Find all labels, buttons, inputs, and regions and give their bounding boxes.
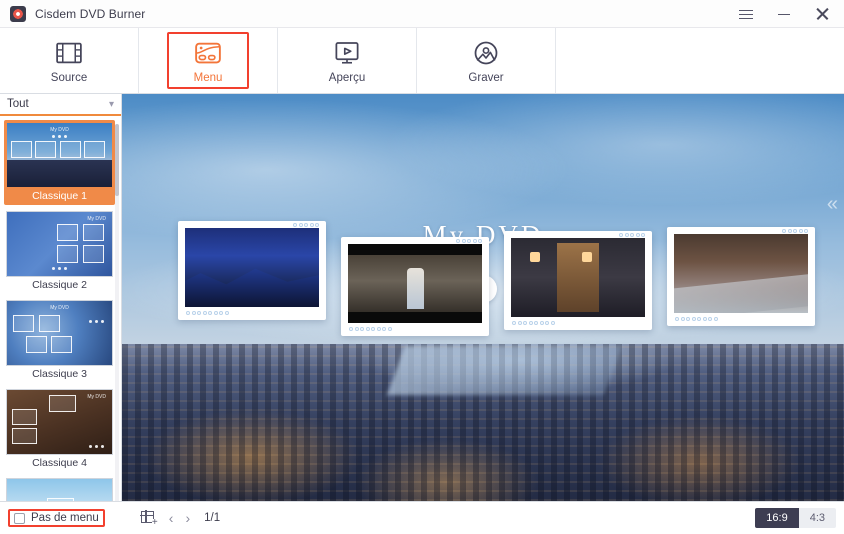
- tab-label: Menu: [193, 71, 223, 84]
- template-item-classique-4[interactable]: My DVD Classique 4: [4, 387, 115, 472]
- template-thumbnail: My DVD: [6, 300, 113, 366]
- page-controls: + ‹ › 1/1: [140, 510, 221, 527]
- chapter-image: [674, 234, 808, 313]
- preview-prev-arrow[interactable]: «: [827, 194, 838, 214]
- menu-layout-icon: [195, 42, 221, 63]
- aspect-ratio-toggle: 16:9 4:3: [755, 508, 836, 528]
- chapter-thumbnail-1[interactable]: [178, 221, 326, 320]
- sidebar-scrollbar[interactable]: [115, 124, 119, 514]
- bead-row-bottom: [511, 317, 645, 330]
- template-thumbnail: [6, 478, 113, 501]
- template-item-classique-1[interactable]: My DVD Classique 1: [4, 120, 115, 205]
- checkbox-box[interactable]: [14, 512, 25, 524]
- window-title: Cisdem DVD Burner: [35, 6, 146, 21]
- template-thumbnail: My DVD: [6, 211, 113, 277]
- add-page-icon[interactable]: +: [140, 510, 158, 527]
- main-toolbar: Source Menu Aperçu Graver: [0, 28, 844, 94]
- template-item-classique-3[interactable]: My DVD Classique 3: [4, 298, 115, 383]
- preview-monitor-icon: [335, 41, 359, 64]
- content-area: Tout ▾ My DVD Classique 1 My DVD Classiq…: [0, 94, 844, 514]
- template-label: Classique 1: [32, 190, 87, 202]
- chapter-image: [185, 228, 319, 307]
- toolbar-filler: [556, 28, 844, 93]
- bead-row-top: [456, 239, 482, 243]
- tab-menu[interactable]: Menu: [139, 28, 278, 93]
- title-bar: Cisdem DVD Burner: [0, 0, 844, 28]
- template-item-classique-2[interactable]: My DVD Classique 2: [4, 209, 115, 294]
- tab-label: Aperçu: [328, 71, 366, 84]
- bead-row-top: [619, 233, 645, 237]
- window-controls: [738, 6, 834, 22]
- menu-preview-canvas[interactable]: My DVD «: [122, 94, 844, 501]
- disc-app-icon: [10, 5, 26, 22]
- bottom-bar: Pas de menu + ‹ › 1/1 16:9 4:3: [0, 501, 844, 534]
- template-label: Classique 2: [32, 279, 87, 291]
- bead-row-top: [782, 229, 808, 233]
- bead-row-bottom: [674, 313, 808, 326]
- template-thumbnail: My DVD: [6, 389, 113, 455]
- category-value: Tout: [7, 98, 29, 110]
- ratio-16-9-button[interactable]: 16:9: [755, 508, 799, 528]
- close-icon[interactable]: [814, 6, 830, 22]
- film-strip-icon: [56, 42, 82, 63]
- chapter-thumbnail-row: [122, 221, 844, 350]
- template-label: Classique 3: [32, 368, 87, 380]
- template-list[interactable]: My DVD Classique 1 My DVD Classique 2 My…: [0, 116, 121, 501]
- chapter-thumbnail-2[interactable]: [341, 237, 489, 336]
- chevron-down-icon: ▾: [108, 98, 114, 110]
- template-label: Classique 4: [32, 457, 87, 469]
- app-window: Cisdem DVD Burner Source Menu Aperçu Gra…: [0, 0, 844, 534]
- prev-page-button[interactable]: ‹: [169, 510, 174, 526]
- bead-row-bottom: [348, 323, 482, 336]
- template-item-classique-5[interactable]: [4, 476, 115, 501]
- tab-graver[interactable]: Graver: [417, 28, 556, 93]
- chapter-image: [348, 244, 482, 323]
- no-menu-label: Pas de menu: [31, 512, 99, 524]
- tab-label: Source: [50, 71, 88, 84]
- background-river: [387, 346, 622, 396]
- chapter-thumbnail-4[interactable]: [667, 227, 815, 326]
- page-indicator: 1/1: [204, 512, 221, 524]
- chapter-thumbnail-3[interactable]: [504, 231, 652, 330]
- bead-row-bottom: [185, 307, 319, 320]
- tab-apercu[interactable]: Aperçu: [278, 28, 417, 93]
- next-page-button[interactable]: ›: [185, 510, 190, 526]
- template-sidebar: Tout ▾ My DVD Classique 1 My DVD Classiq…: [0, 94, 122, 514]
- chapter-image: [511, 238, 645, 317]
- tab-label: Graver: [468, 71, 504, 84]
- hamburger-icon[interactable]: [738, 6, 754, 22]
- burn-disc-icon: [474, 41, 498, 64]
- sidebar-scrollbar-thumb[interactable]: [115, 124, 119, 196]
- tab-source[interactable]: Source: [0, 28, 139, 93]
- template-thumbnail: My DVD: [6, 122, 113, 188]
- bead-row-top: [293, 223, 319, 227]
- ratio-4-3-button[interactable]: 4:3: [798, 508, 836, 528]
- category-dropdown[interactable]: Tout ▾: [0, 94, 121, 116]
- no-menu-checkbox[interactable]: Pas de menu: [8, 509, 105, 527]
- minimize-icon[interactable]: [776, 6, 792, 22]
